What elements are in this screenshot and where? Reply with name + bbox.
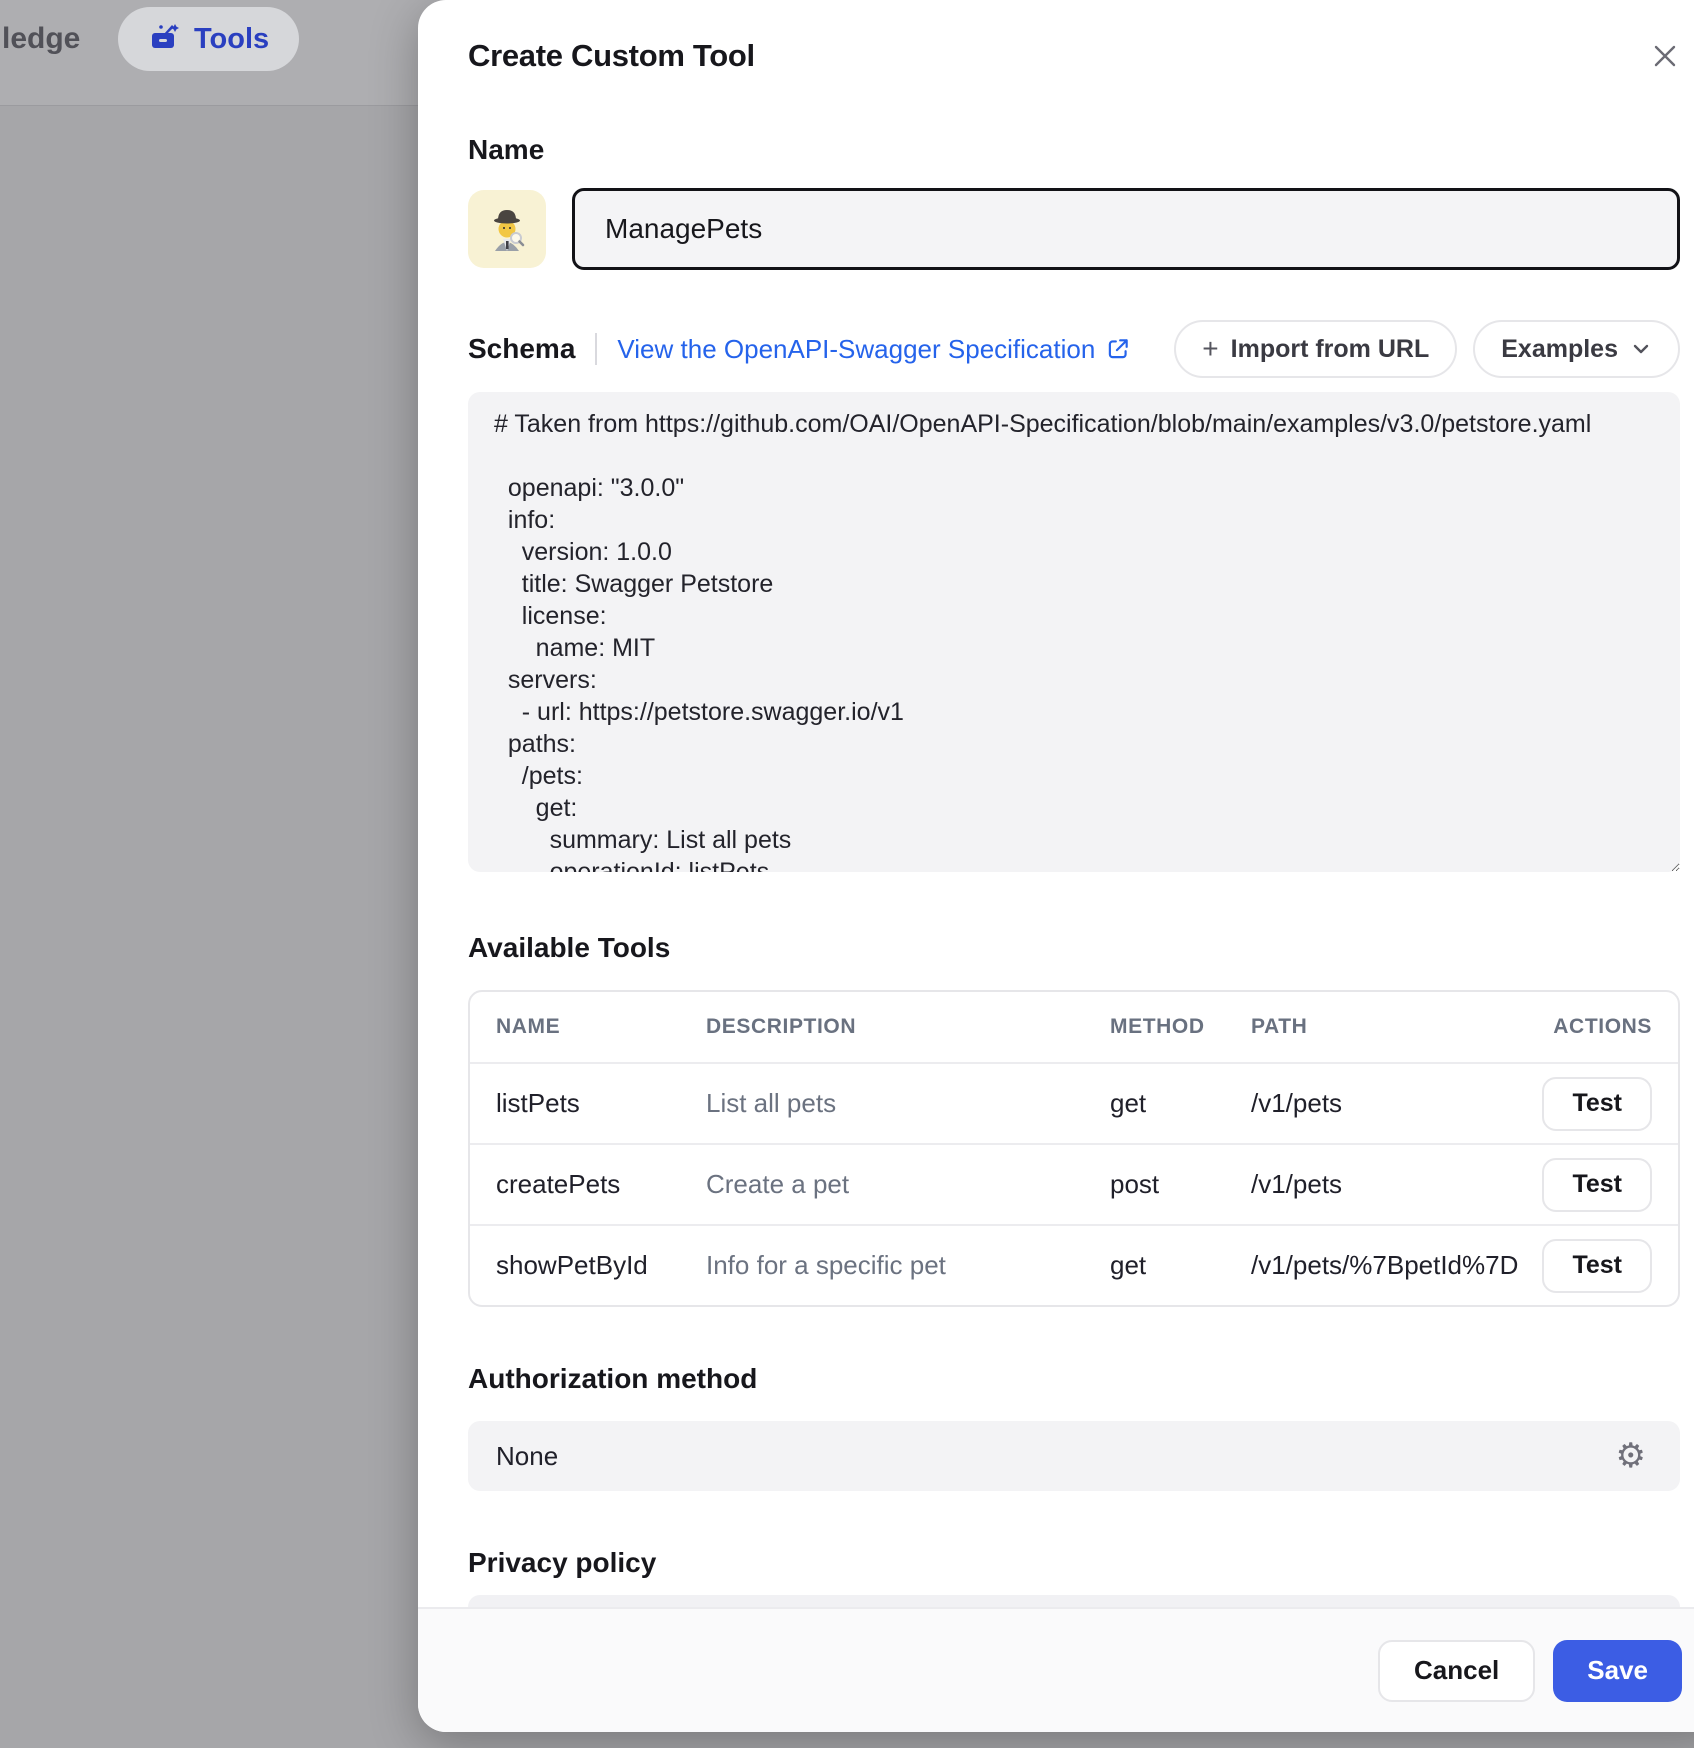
tool-description: Info for a specific pet bbox=[680, 1250, 1084, 1281]
tool-description: List all pets bbox=[680, 1088, 1084, 1119]
privacy-policy-input[interactable] bbox=[468, 1595, 1680, 1607]
tool-path: /v1/pets bbox=[1225, 1088, 1512, 1119]
available-tools-table: NAME DESCRIPTION METHOD PATH ACTIONS lis… bbox=[468, 990, 1680, 1307]
modal-footer: Cancel Save bbox=[418, 1607, 1694, 1732]
tab-tools-label: Tools bbox=[194, 23, 269, 56]
tool-description: Create a pet bbox=[680, 1169, 1084, 1200]
test-button[interactable]: Test bbox=[1542, 1158, 1652, 1212]
tool-name-input[interactable] bbox=[572, 188, 1680, 270]
tool-name: listPets bbox=[470, 1088, 680, 1119]
gear-icon[interactable]: ⚙ bbox=[1616, 1439, 1646, 1473]
import-from-url-button[interactable]: + Import from URL bbox=[1174, 320, 1457, 378]
column-header-path: PATH bbox=[1225, 1015, 1512, 1039]
openapi-spec-link[interactable]: View the OpenAPI-Swagger Specification bbox=[617, 334, 1131, 365]
column-header-name: NAME bbox=[470, 1015, 680, 1039]
close-icon[interactable] bbox=[1650, 41, 1680, 71]
detective-emoji-avatar[interactable] bbox=[468, 190, 546, 268]
tool-path: /v1/pets bbox=[1225, 1169, 1512, 1200]
screen: { "background": { "knowledge_tab_label":… bbox=[0, 0, 1694, 1748]
cancel-button[interactable]: Cancel bbox=[1378, 1640, 1535, 1702]
tool-name: createPets bbox=[470, 1169, 680, 1200]
modal-title: Create Custom Tool bbox=[468, 38, 755, 74]
create-custom-tool-modal: Create Custom Tool Name bbox=[418, 0, 1694, 1732]
column-header-description: DESCRIPTION bbox=[680, 1015, 1084, 1039]
tool-name: showPetById bbox=[470, 1250, 680, 1281]
tool-method: get bbox=[1084, 1088, 1225, 1119]
tool-method: get bbox=[1084, 1250, 1225, 1281]
tools-icon bbox=[148, 21, 180, 58]
test-button[interactable]: Test bbox=[1542, 1077, 1652, 1131]
external-link-icon bbox=[1105, 336, 1131, 362]
privacy-policy-heading: Privacy policy bbox=[468, 1547, 1680, 1579]
plus-icon: + bbox=[1202, 333, 1218, 365]
divider bbox=[595, 333, 597, 365]
tool-path: /v1/pets/%7BpetId%7D bbox=[1225, 1250, 1512, 1281]
table-row: showPetById Info for a specific pet get … bbox=[470, 1224, 1678, 1305]
available-tools-heading: Available Tools bbox=[468, 932, 1680, 964]
authorization-method-value: None bbox=[496, 1441, 558, 1472]
column-header-actions: ACTIONS bbox=[1512, 1015, 1678, 1039]
table-row: createPets Create a pet post /v1/pets Te… bbox=[470, 1143, 1678, 1224]
column-header-method: METHOD bbox=[1084, 1015, 1225, 1039]
chevron-down-icon bbox=[1630, 338, 1652, 360]
name-section-label: Name bbox=[468, 134, 1680, 166]
tab-tools[interactable]: Tools bbox=[118, 7, 299, 71]
schema-section-label: Schema bbox=[468, 333, 575, 365]
tool-method: post bbox=[1084, 1169, 1225, 1200]
table-row: listPets List all pets get /v1/pets Test bbox=[470, 1062, 1678, 1143]
save-button[interactable]: Save bbox=[1553, 1640, 1682, 1702]
authorization-method-heading: Authorization method bbox=[468, 1363, 1680, 1395]
table-header-row: NAME DESCRIPTION METHOD PATH ACTIONS bbox=[470, 992, 1678, 1062]
authorization-method-field[interactable]: None ⚙ bbox=[468, 1421, 1680, 1491]
examples-dropdown-button[interactable]: Examples bbox=[1473, 320, 1680, 378]
test-button[interactable]: Test bbox=[1542, 1239, 1652, 1293]
modal-content: Create Custom Tool Name bbox=[418, 0, 1694, 1607]
detective-emoji-icon bbox=[483, 205, 531, 253]
tab-knowledge-partial[interactable]: ledge bbox=[2, 22, 80, 56]
schema-textarea[interactable]: # Taken from https://github.com/OAI/Open… bbox=[468, 392, 1680, 872]
